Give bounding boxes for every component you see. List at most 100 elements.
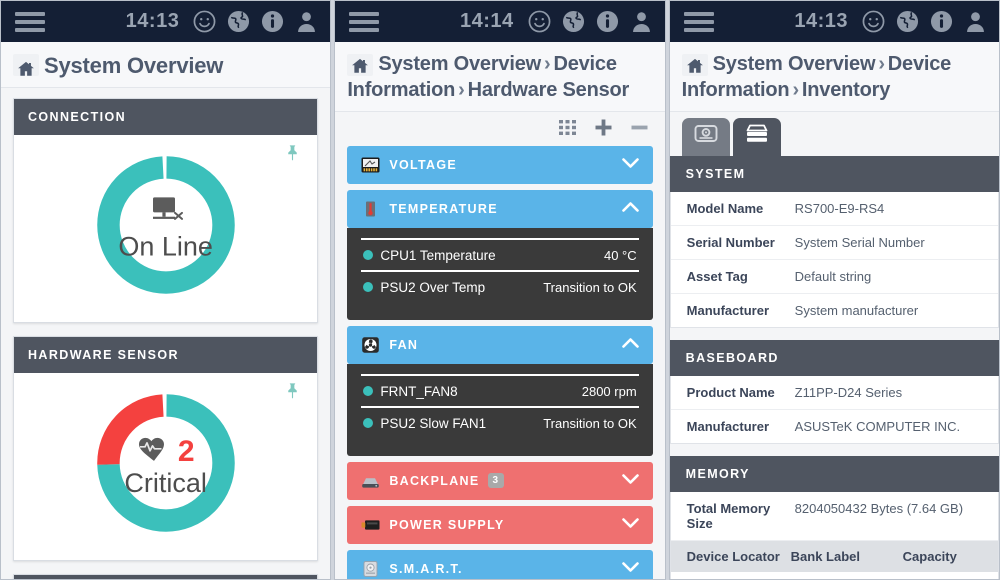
section-backplane: BACKPLANE 3 xyxy=(347,462,652,500)
section-fan: FAN FRNT_FAN8 2800 rpm PSU2 Slow FAN1 Tr xyxy=(347,326,652,456)
hdd-icon xyxy=(693,123,719,150)
status-dot-ok xyxy=(363,250,373,260)
sensor-value: 40 °C xyxy=(604,248,637,263)
breadcrumb-separator: › xyxy=(878,53,884,75)
voltage-meter-icon xyxy=(361,157,380,173)
fan-icon xyxy=(361,337,380,353)
column-header: Capacity xyxy=(903,549,957,564)
breadcrumb-trail: System Overview›Device Information›Inven… xyxy=(682,51,987,104)
table-row: Manufacturer ASUSTeK COMPUTER INC. xyxy=(671,410,998,443)
sensor-label: FRNT_FAN8 xyxy=(380,384,457,399)
section-backplane-header[interactable]: BACKPLANE 3 xyxy=(347,462,652,500)
row-value: ASUSTeK COMPUTER INC. xyxy=(795,419,960,434)
smiley-icon[interactable] xyxy=(193,10,216,33)
chevron-down-icon[interactable] xyxy=(622,562,639,576)
home-icon[interactable] xyxy=(682,54,708,76)
row-key: Serial Number xyxy=(687,235,795,250)
smiley-icon[interactable] xyxy=(528,10,551,33)
section-fan-header[interactable]: FAN xyxy=(347,326,652,364)
breadcrumb-item-0[interactable]: System Overview xyxy=(713,53,876,75)
top-bar-right: 14:13 xyxy=(670,1,999,42)
user-icon[interactable] xyxy=(295,10,318,33)
clock: 14:14 xyxy=(460,10,514,33)
sensor-toolbar xyxy=(335,112,664,146)
sensor-value: Transition to OK xyxy=(543,416,636,431)
top-bar-right-group: 14:13 xyxy=(126,10,319,33)
globe-icon[interactable] xyxy=(227,10,250,33)
info-icon[interactable] xyxy=(596,10,619,33)
breadcrumb-item-0[interactable]: System Overview xyxy=(378,53,541,75)
critical-count: 2 xyxy=(178,434,195,468)
section-voltage-header[interactable]: VOLTAGE xyxy=(347,146,652,184)
section-temperature-header[interactable]: TEMPERATURE xyxy=(347,190,652,228)
connection-donut-chart: On Line xyxy=(90,149,242,306)
top-bar-right-group: 14:14 xyxy=(460,10,653,33)
grid-icon[interactable] xyxy=(558,118,577,142)
pin-icon[interactable] xyxy=(284,143,301,167)
screenshot-root: 14:13 System Overview xyxy=(0,0,1000,580)
chevron-down-icon[interactable] xyxy=(622,518,639,532)
section-smart-title: S.M.A.R.T. xyxy=(389,562,462,576)
row-key: Product Name xyxy=(687,385,795,400)
row-value: 8204050432 Bytes (7.64 GB) xyxy=(795,501,963,531)
panel-system-overview: 14:13 System Overview xyxy=(0,0,331,580)
hamburger-icon[interactable] xyxy=(15,12,45,32)
section-power-supply-title: POWER SUPPLY xyxy=(389,518,504,532)
connection-status-label: On Line xyxy=(118,231,213,261)
top-bar-right-group: 14:13 xyxy=(794,10,987,33)
globe-icon[interactable] xyxy=(562,10,585,33)
hardware-sensor-donut-chart: 2 Critical xyxy=(90,387,242,544)
minus-icon[interactable] xyxy=(630,118,649,142)
card-hardware-sensor-body: 2 Critical xyxy=(14,373,317,560)
globe-icon[interactable] xyxy=(896,10,919,33)
section-backplane-title: BACKPLANE xyxy=(389,474,479,488)
clock: 14:13 xyxy=(126,10,180,33)
sensor-row: PSU2 Over Temp Transition to OK xyxy=(361,270,638,302)
table-row: Manufacturer System manufacturer xyxy=(671,294,998,327)
user-icon[interactable] xyxy=(630,10,653,33)
breadcrumb-item-2[interactable]: Hardware Sensor xyxy=(468,79,630,101)
home-icon[interactable] xyxy=(13,54,39,76)
info-icon[interactable] xyxy=(261,10,284,33)
breadcrumb-item-2[interactable]: Inventory xyxy=(802,79,890,101)
row-value: System manufacturer xyxy=(795,303,919,318)
sensor-value: 2800 rpm xyxy=(582,384,637,399)
breadcrumb-separator: › xyxy=(792,79,798,101)
chevron-up-icon[interactable] xyxy=(622,338,639,352)
breadcrumb-right: System Overview›Device Information›Inven… xyxy=(670,42,999,112)
sensor-value: Transition to OK xyxy=(543,280,636,295)
chevron-up-icon[interactable] xyxy=(622,202,639,216)
row-key: Manufacturer xyxy=(687,303,795,318)
page-title: System Overview xyxy=(13,51,318,80)
home-icon[interactable] xyxy=(347,54,373,76)
section-smart-header[interactable]: S.M.A.R.T. xyxy=(347,550,652,580)
pin-icon[interactable] xyxy=(284,381,301,405)
sensor-label: PSU2 Slow FAN1 xyxy=(380,416,486,431)
chevron-down-icon[interactable] xyxy=(622,158,639,172)
breadcrumb-left: System Overview xyxy=(1,42,330,88)
table-row: Model Name RS700-E9-RS4 xyxy=(671,192,998,226)
row-key: Asset Tag xyxy=(687,269,795,284)
tab-storage[interactable] xyxy=(682,118,730,156)
card-hardware-sensor: HARDWARE SENSOR xyxy=(13,336,318,561)
heartbeat-icon xyxy=(137,436,171,467)
section-temperature-title: TEMPERATURE xyxy=(389,202,498,216)
section-power-supply-header[interactable]: POWER SUPPLY xyxy=(347,506,652,544)
card-connection: CONNECTION On Line xyxy=(13,98,318,323)
section-temperature-body: CPU1 Temperature 40 °C PSU2 Over Temp Tr… xyxy=(347,228,652,320)
table-row: Asset Tag Default string xyxy=(671,260,998,294)
tab-system[interactable] xyxy=(733,118,781,156)
chevron-down-icon[interactable] xyxy=(622,474,639,488)
smiley-icon[interactable] xyxy=(862,10,885,33)
card-hardware-sensor-title: HARDWARE SENSOR xyxy=(14,337,317,373)
plus-icon[interactable] xyxy=(594,118,613,142)
critical-count-row: 2 xyxy=(90,434,242,468)
section-fan-title: FAN xyxy=(389,338,418,352)
hamburger-icon[interactable] xyxy=(684,12,714,32)
row-value: Z11PP-D24 Series xyxy=(795,385,902,400)
user-icon[interactable] xyxy=(964,10,987,33)
sensor-label: PSU2 Over Temp xyxy=(380,280,485,295)
block-system-title: SYSTEM xyxy=(670,156,999,192)
info-icon[interactable] xyxy=(930,10,953,33)
hamburger-icon[interactable] xyxy=(349,12,379,32)
